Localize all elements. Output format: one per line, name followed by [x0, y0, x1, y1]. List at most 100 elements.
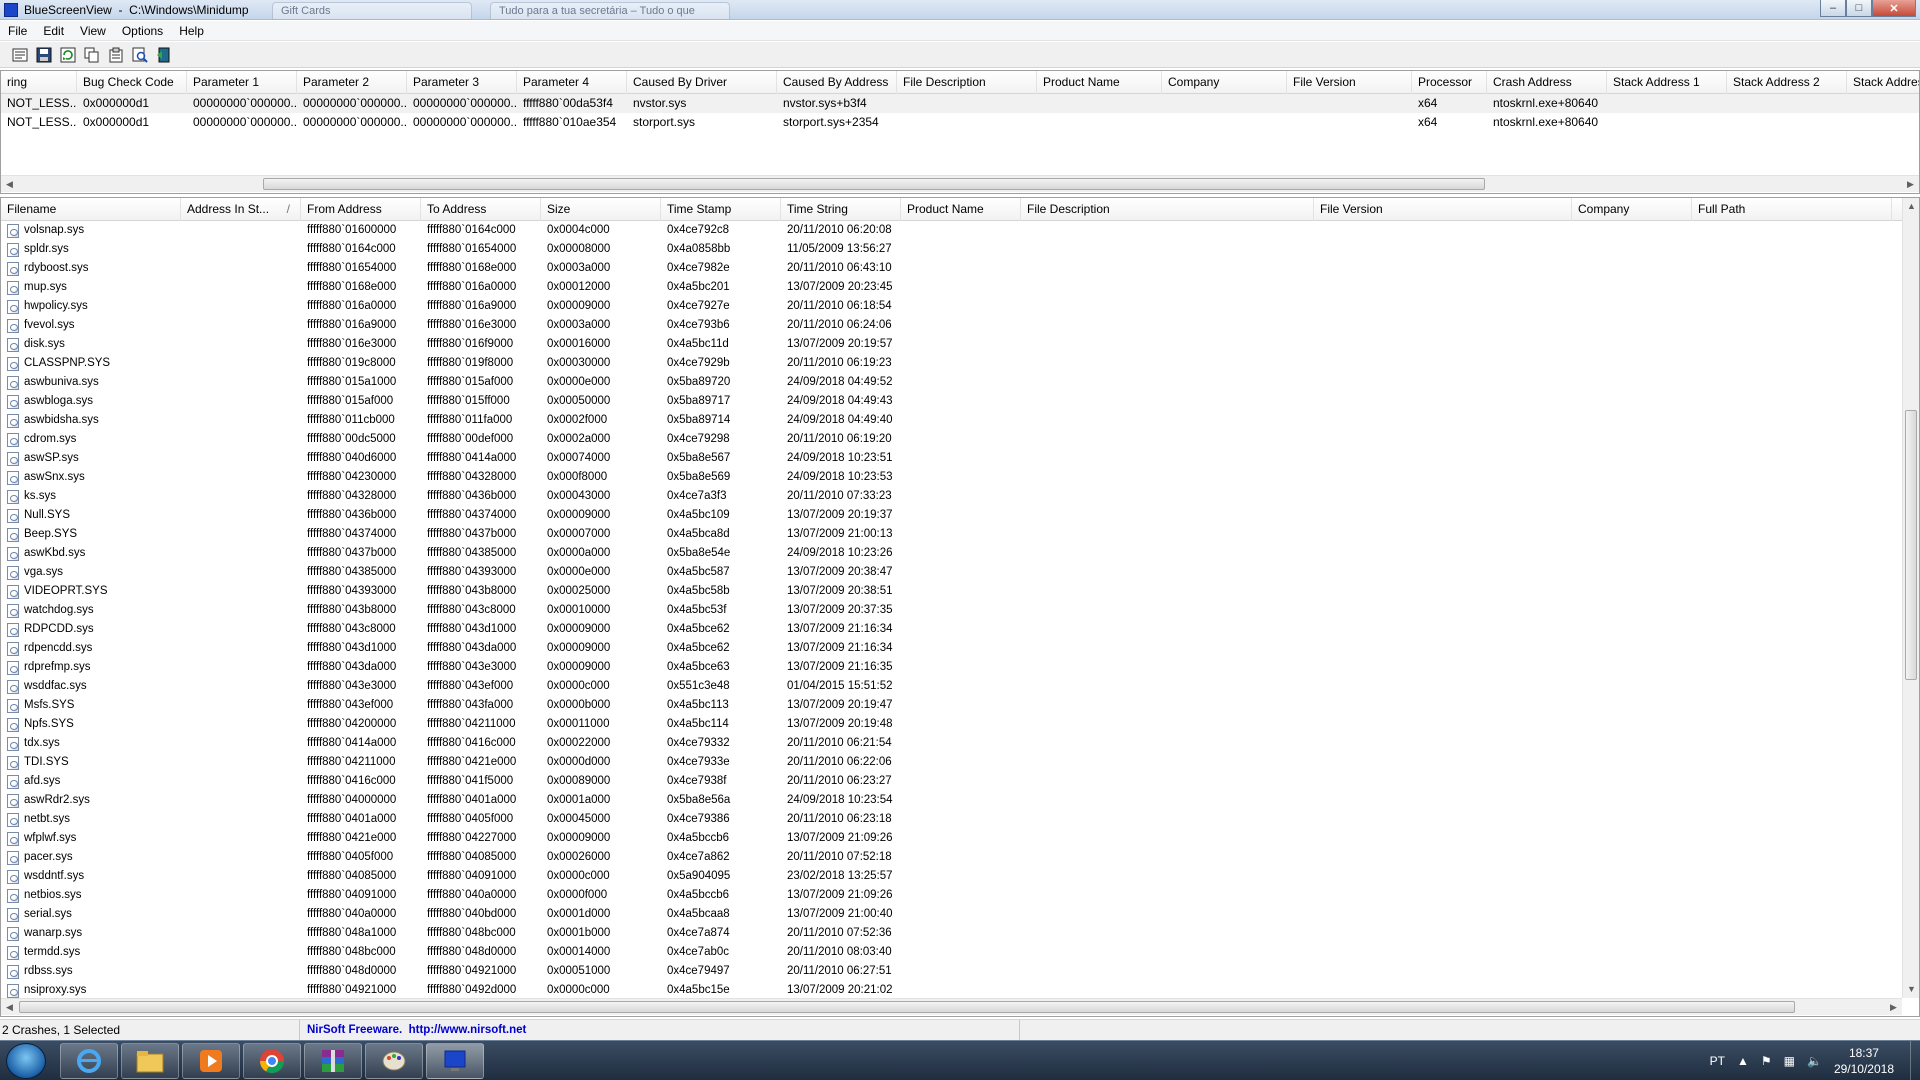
close-button[interactable]: ✕ [1872, 0, 1916, 17]
module-row[interactable]: aswSP.sys fffff880`040d6000 fffff880`0414a… [1, 449, 1919, 468]
module-row[interactable]: Null.SYS fffff880`0436b000 fffff880`043740… [1, 506, 1919, 525]
volume-icon[interactable]: 🔈 [1807, 1054, 1822, 1068]
language-indicator[interactable]: PT [1710, 1054, 1725, 1068]
minimize-button[interactable]: – [1820, 0, 1846, 17]
copy-icon[interactable] [82, 45, 102, 65]
module-row[interactable]: watchdog.sys fffff880`043b8000 fffff880`04… [1, 601, 1919, 620]
module-row[interactable]: Msfs.SYS fffff880`043ef000 fffff880`043fa0… [1, 696, 1919, 715]
column-header[interactable]: To Address [421, 198, 541, 221]
crash-row[interactable]: NOT_LESS... 0x000000d1 00000000`000000... 0… [1, 113, 1919, 132]
nirsoft-link[interactable]: NirSoft Freeware. http://www.nirsoft.net [300, 1020, 1020, 1040]
scroll-left-icon[interactable]: ◀ [1, 176, 18, 193]
module-list-vscroll-thumb[interactable] [1905, 410, 1917, 680]
column-header[interactable]: Parameter 1 [187, 71, 297, 94]
menu-help[interactable]: Help [171, 24, 212, 38]
column-header[interactable]: File Description [1021, 198, 1314, 221]
module-row[interactable]: wsddfac.sys fffff880`043e3000 fffff880`043… [1, 677, 1919, 696]
module-row[interactable]: pacer.sys fffff880`0405f000 fffff880`04085… [1, 848, 1919, 867]
module-row[interactable]: aswbloga.sys fffff880`015af000 fffff880`01… [1, 392, 1919, 411]
column-header[interactable]: Stack Address 2 [1727, 71, 1847, 94]
scroll-left-icon[interactable]: ◀ [1, 999, 18, 1016]
module-row[interactable]: volsnap.sys fffff880`01600000 fffff880`016… [1, 221, 1919, 240]
column-header[interactable]: Stack Address 3 [1847, 71, 1919, 94]
column-header[interactable]: Parameter 4 [517, 71, 627, 94]
module-row[interactable]: Beep.SYS fffff880`04374000 fffff880`0437b0… [1, 525, 1919, 544]
clock[interactable]: 18:37 29/10/2018 [1834, 1045, 1894, 1077]
scroll-up-icon[interactable]: ▲ [1903, 198, 1919, 215]
module-row[interactable]: wfplwf.sys fffff880`0421e000 fffff880`0422… [1, 829, 1919, 848]
column-header[interactable]: Caused By Address [777, 71, 897, 94]
properties-icon[interactable] [10, 45, 30, 65]
module-row[interactable]: Npfs.SYS fffff880`04200000 fffff880`042110… [1, 715, 1919, 734]
module-row[interactable]: TDI.SYS fffff880`04211000 fffff880`0421e00… [1, 753, 1919, 772]
save-icon[interactable] [34, 45, 54, 65]
chrome-icon[interactable] [243, 1043, 301, 1079]
column-header[interactable]: Company [1162, 71, 1287, 94]
module-row[interactable]: vga.sys fffff880`04385000 fffff880`0439300… [1, 563, 1919, 582]
crash-row[interactable]: NOT_LESS... 0x000000d1 00000000`000000... 0… [1, 94, 1919, 113]
scroll-down-icon[interactable]: ▼ [1903, 981, 1919, 998]
column-header[interactable]: Address In St... / [181, 198, 301, 221]
file-explorer-icon[interactable] [121, 1043, 179, 1079]
module-row[interactable]: wsddntf.sys fffff880`04085000 fffff880`040… [1, 867, 1919, 886]
module-row[interactable]: VIDEOPRT.SYS fffff880`04393000 fffff880`04… [1, 582, 1919, 601]
maximize-button[interactable]: □ [1846, 0, 1872, 17]
column-header[interactable]: Time String [781, 198, 901, 221]
crash-list[interactable]: ring Bug Check Code Parameter 1 Parameter 2… [0, 70, 1920, 194]
column-header[interactable]: Product Name [1037, 71, 1162, 94]
tray-expand-icon[interactable]: ▲ [1737, 1054, 1749, 1068]
module-row[interactable]: RDPCDD.sys fffff880`043c8000 fffff880`043d… [1, 620, 1919, 639]
start-button[interactable] [6, 1043, 46, 1079]
module-row[interactable]: wanarp.sys fffff880`048a1000 fffff880`048b… [1, 924, 1919, 943]
exit-icon[interactable] [154, 45, 174, 65]
column-header[interactable]: File Version [1314, 198, 1572, 221]
module-row[interactable]: serial.sys fffff880`040a0000 fffff880`040b… [1, 905, 1919, 924]
action-center-flag-icon[interactable]: ⚑ [1761, 1054, 1772, 1068]
column-header[interactable]: Caused By Driver [627, 71, 777, 94]
scroll-right-icon[interactable]: ▶ [1885, 999, 1902, 1016]
module-row[interactable]: spldr.sys fffff880`0164c000 fffff880`01654… [1, 240, 1919, 259]
paint-icon[interactable] [365, 1043, 423, 1079]
bluescreenview-icon[interactable] [426, 1043, 484, 1079]
menu-view[interactable]: View [72, 24, 114, 38]
module-list-vscrollbar[interactable]: ▲ ▼ [1902, 198, 1919, 998]
winrar-icon[interactable] [304, 1043, 362, 1079]
crash-list-hscrollbar[interactable]: ◀ ▶ [1, 175, 1919, 192]
column-header[interactable]: File Version [1287, 71, 1412, 94]
module-row[interactable]: disk.sys fffff880`016e3000 fffff880`016f90… [1, 335, 1919, 354]
module-list-hscrollbar[interactable]: ◀ ▶ [1, 998, 1902, 1015]
column-header[interactable]: Bug Check Code [77, 71, 187, 94]
module-row[interactable]: termdd.sys fffff880`048bc000 fffff880`048d… [1, 943, 1919, 962]
menu-file[interactable]: File [0, 24, 35, 38]
column-header[interactable]: Product Name [901, 198, 1021, 221]
module-row[interactable]: mup.sys fffff880`0168e000 fffff880`016a000… [1, 278, 1919, 297]
module-row[interactable]: cdrom.sys fffff880`00dc5000 fffff880`00def… [1, 430, 1919, 449]
module-row[interactable]: hwpolicy.sys fffff880`016a0000 fffff880`01… [1, 297, 1919, 316]
column-header[interactable]: From Address [301, 198, 421, 221]
column-header[interactable]: Processor [1412, 71, 1487, 94]
module-row[interactable]: aswbidsha.sys fffff880`011cb000 fffff880`0… [1, 411, 1919, 430]
media-player-icon[interactable] [182, 1043, 240, 1079]
module-list[interactable]: Filename Address In St... / From Address To … [0, 197, 1920, 1017]
report-icon[interactable] [106, 45, 126, 65]
module-list-hscroll-thumb[interactable] [19, 1001, 1795, 1013]
module-row[interactable]: rdpencdd.sys fffff880`043d1000 fffff880`04… [1, 639, 1919, 658]
module-row[interactable]: aswSnx.sys fffff880`04230000 fffff880`0432… [1, 468, 1919, 487]
menu-options[interactable]: Options [114, 24, 171, 38]
module-row[interactable]: fvevol.sys fffff880`016a9000 fffff880`016e… [1, 316, 1919, 335]
column-header[interactable]: Stack Address 1 [1607, 71, 1727, 94]
module-row[interactable]: aswKbd.sys fffff880`0437b000 fffff880`0438… [1, 544, 1919, 563]
module-row[interactable]: rdbss.sys fffff880`048d0000 fffff880`04921… [1, 962, 1919, 981]
menu-edit[interactable]: Edit [35, 24, 72, 38]
module-row[interactable]: aswRdr2.sys fffff880`04000000 fffff880`040… [1, 791, 1919, 810]
module-row[interactable]: rdyboost.sys fffff880`01654000 fffff880`01… [1, 259, 1919, 278]
column-header[interactable]: Full Path [1692, 198, 1892, 221]
module-row[interactable]: rdprefmp.sys fffff880`043da000 fffff880`04… [1, 658, 1919, 677]
network-icon[interactable]: ▦ [1784, 1054, 1795, 1068]
column-header[interactable]: Size [541, 198, 661, 221]
module-row[interactable]: aswbuniva.sys fffff880`015a1000 fffff880`0… [1, 373, 1919, 392]
scroll-right-icon[interactable]: ▶ [1902, 176, 1919, 193]
column-header[interactable]: Filename [1, 198, 181, 221]
module-row[interactable]: CLASSPNP.SYS fffff880`019c8000 fffff880`01… [1, 354, 1919, 373]
column-header[interactable]: Crash Address [1487, 71, 1607, 94]
